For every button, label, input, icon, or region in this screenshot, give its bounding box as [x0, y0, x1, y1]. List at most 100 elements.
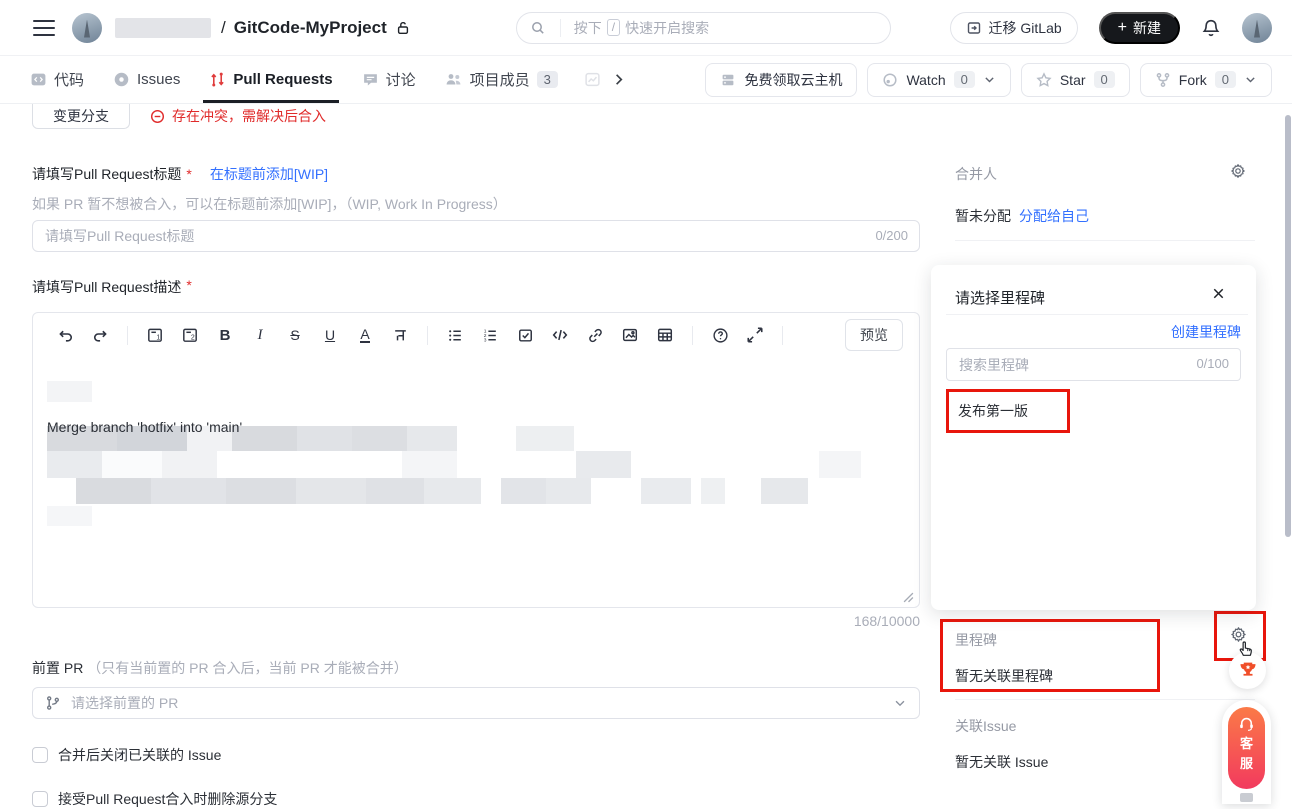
tab-code[interactable]: 代码	[27, 56, 87, 103]
milestone-section-annotation: 里程碑 暂无关联里程碑	[940, 619, 1160, 692]
tab-issues[interactable]: Issues	[110, 56, 183, 103]
popup-close-icon[interactable]	[1211, 286, 1226, 301]
link-icon[interactable]	[585, 325, 605, 345]
pr-title-input[interactable]	[32, 220, 920, 252]
fork-dropdown-chevron-icon[interactable]	[1244, 73, 1257, 86]
milestone-search-counter: 0/100	[1196, 356, 1229, 371]
redacted-block	[407, 426, 457, 451]
migrate-gitlab-button[interactable]: 迁移 GitLab	[950, 12, 1078, 44]
trophy-icon	[1238, 661, 1258, 680]
free-cloud-host-label: 免费领取云主机	[744, 70, 842, 90]
create-milestone-link[interactable]: 创建里程碑	[1171, 322, 1241, 342]
redacted-block	[162, 451, 217, 478]
redacted-block	[366, 478, 424, 504]
milestone-popup: 请选择里程碑 创建里程碑 0/100 发布第一版	[931, 265, 1256, 610]
breadcrumb: / GitCode-MyProject	[221, 18, 411, 38]
redacted-block	[546, 478, 591, 504]
watch-button[interactable]: Watch 0	[867, 63, 1010, 97]
watch-icon	[882, 72, 898, 88]
svg-text:2: 2	[191, 335, 195, 342]
tab-discussion[interactable]: 讨论	[359, 56, 419, 103]
star-label: Star	[1060, 72, 1086, 88]
free-cloud-host-button[interactable]: 免费领取云主机	[705, 63, 857, 97]
pre-pr-select[interactable]: 请选择前置的 PR	[32, 687, 920, 719]
namespace-avatar[interactable]	[72, 13, 102, 43]
add-wip-link[interactable]: 在标题前添加[WIP]	[210, 164, 328, 184]
fork-count: 0	[1215, 71, 1236, 88]
preview-button-label: 预览	[860, 325, 888, 345]
customer-service-button[interactable]: 客 服	[1228, 707, 1265, 789]
delete-branch-checkbox[interactable]	[32, 791, 48, 807]
redacted-block	[576, 451, 631, 478]
resize-handle-icon[interactable]	[903, 592, 914, 603]
description-char-counter: 168/10000	[32, 613, 920, 629]
mouse-cursor-hand	[1236, 638, 1255, 657]
redacted-block	[819, 451, 861, 478]
milestone-section-label: 里程碑	[955, 630, 997, 650]
project-name[interactable]: GitCode-MyProject	[234, 18, 387, 38]
bullet-list-icon[interactable]	[445, 325, 465, 345]
image-icon[interactable]	[620, 325, 640, 345]
italic-icon[interactable]: I	[250, 325, 270, 345]
redacted-block	[352, 426, 407, 451]
customer-service-label-1: 客	[1240, 735, 1253, 752]
milestone-option[interactable]: 发布第一版	[958, 401, 1028, 421]
tab-members[interactable]: 项目成员 3	[442, 56, 561, 103]
assignee-settings-gear-icon[interactable]	[1230, 163, 1246, 179]
redacted-block	[76, 478, 151, 504]
more-tabs-chevron-icon[interactable]	[611, 72, 626, 87]
heading-2-icon[interactable]: 2	[180, 325, 200, 345]
editor-text-line: Merge branch 'hotfix' into 'main'	[47, 419, 242, 435]
redacted-block	[47, 381, 92, 402]
required-asterisk: *	[186, 166, 191, 182]
page-scrollbar-thumb[interactable]	[1285, 115, 1291, 537]
redacted-block	[641, 478, 691, 504]
fullscreen-icon[interactable]	[745, 325, 765, 345]
tab-members-label: 项目成员	[470, 69, 530, 90]
watch-dropdown-chevron-icon[interactable]	[983, 73, 996, 86]
plus-icon: +	[1118, 20, 1127, 36]
user-avatar[interactable]	[1242, 13, 1272, 43]
milestone-empty-text: 暂无关联里程碑	[955, 666, 1053, 686]
new-button[interactable]: + 新建	[1099, 12, 1180, 44]
redo-icon[interactable]	[90, 325, 110, 345]
hamburger-menu-icon[interactable]	[33, 20, 55, 36]
task-list-icon[interactable]	[515, 325, 535, 345]
widget-more-icon[interactable]	[1240, 793, 1253, 802]
star-button[interactable]: Star 0	[1021, 63, 1130, 97]
bold-icon[interactable]: B	[215, 325, 235, 345]
conflict-warning: 存在冲突，需解决后合入	[150, 106, 326, 126]
statistics-icon[interactable]	[584, 71, 601, 88]
headset-icon	[1237, 715, 1256, 732]
strikethrough-icon[interactable]: S	[285, 325, 305, 345]
help-icon[interactable]	[710, 325, 730, 345]
underline-icon[interactable]: U	[320, 325, 340, 345]
fork-button[interactable]: Fork 0	[1140, 63, 1272, 97]
trophy-activity-button[interactable]	[1229, 652, 1266, 689]
change-branch-button[interactable]: 变更分支	[32, 104, 130, 129]
preview-button[interactable]: 预览	[845, 319, 903, 351]
global-search[interactable]: 按下 / 快速开启搜索	[516, 12, 891, 44]
select-chevron-down-icon	[893, 696, 907, 710]
assign-to-me-link[interactable]: 分配给自己	[1019, 206, 1089, 226]
close-issue-checkbox[interactable]	[32, 747, 48, 763]
font-color-icon[interactable]: A	[355, 325, 375, 345]
redacted-block	[47, 451, 102, 478]
floating-widget: 客 服	[1222, 700, 1271, 804]
heading-1-icon[interactable]: 1	[145, 325, 165, 345]
font-size-icon[interactable]	[390, 325, 410, 345]
ordered-list-icon[interactable]: 123	[480, 325, 500, 345]
editor-content-area[interactable]: Merge branch 'hotfix' into 'main'	[33, 357, 919, 607]
watch-label: Watch	[906, 72, 945, 88]
popup-divider	[946, 314, 1248, 315]
code-block-icon[interactable]	[550, 325, 570, 345]
breadcrumb-separator: /	[221, 18, 226, 38]
pr-description-label: 请填写Pull Request描述	[32, 277, 181, 297]
tab-issues-label: Issues	[137, 71, 180, 88]
redacted-block	[297, 426, 352, 451]
undo-icon[interactable]	[55, 325, 75, 345]
new-button-label: 新建	[1133, 18, 1161, 38]
tab-pull-requests[interactable]: Pull Requests	[206, 56, 335, 103]
notification-bell-icon[interactable]	[1201, 18, 1221, 38]
table-icon[interactable]	[655, 325, 675, 345]
